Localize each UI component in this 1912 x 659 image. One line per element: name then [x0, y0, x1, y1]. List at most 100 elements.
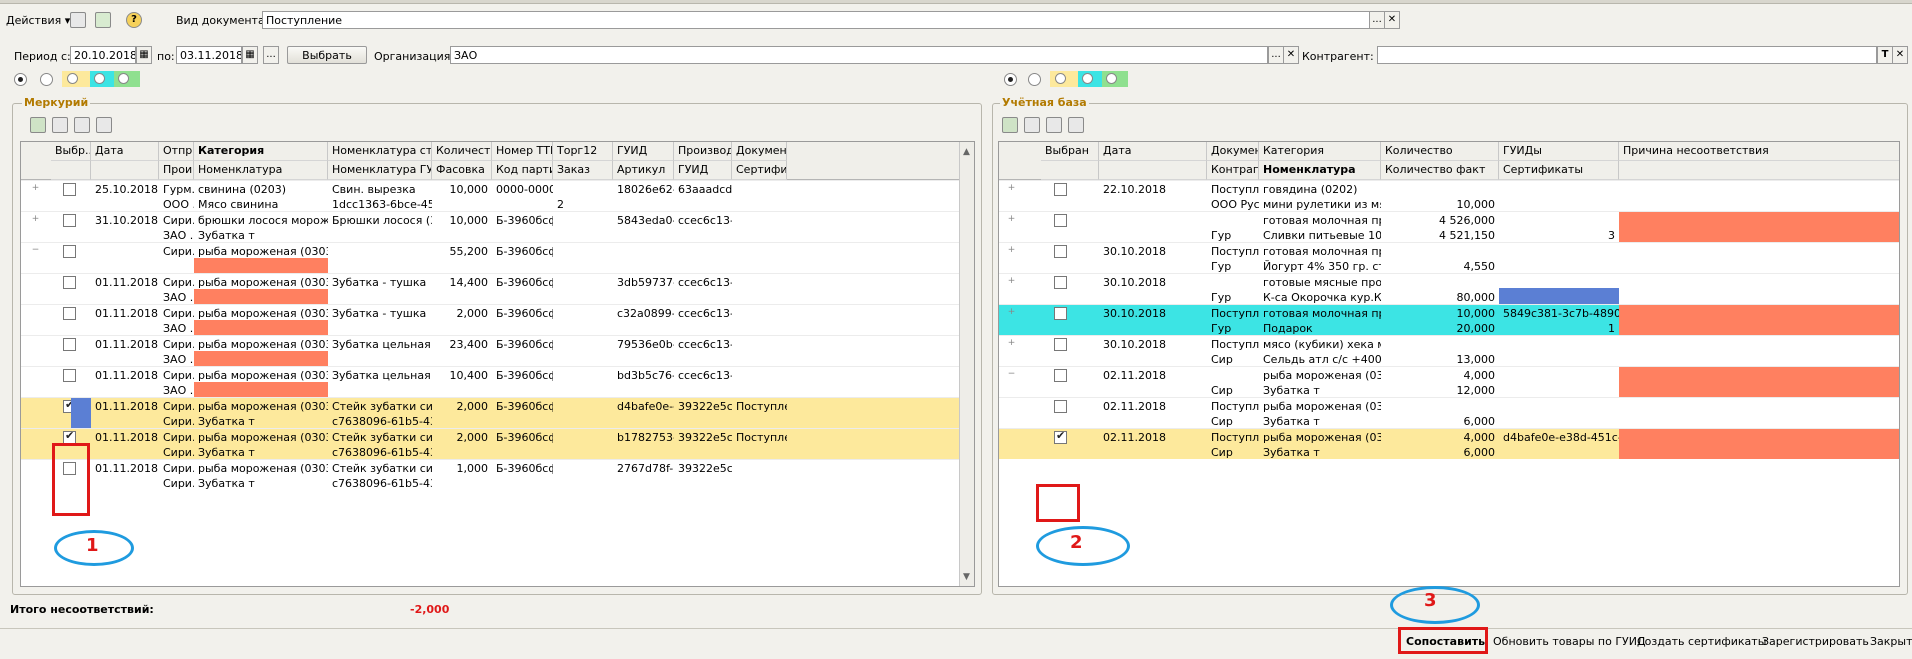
- column-header[interactable]: Фасовка: [432, 161, 492, 180]
- expand-icon[interactable]: +: [1007, 184, 1016, 193]
- column-header[interactable]: Сертификат: [732, 161, 787, 180]
- column-header[interactable]: ГУИД: [613, 142, 674, 161]
- table-row[interactable]: 02.11.2018Поступле...рыба мороженая (030…: [999, 428, 1899, 459]
- table-row[interactable]: −02.11.2018рыба мороженая (0303)4,000Сир…: [999, 366, 1899, 397]
- scroll-up-icon[interactable]: ▲: [963, 147, 970, 157]
- table-row[interactable]: 01.11.2018Сири...рыба мороженая (0303)Зу…: [21, 335, 959, 367]
- row-checkbox[interactable]: [1054, 276, 1067, 289]
- contractor-field[interactable]: [1377, 46, 1877, 64]
- row-checkbox[interactable]: [1054, 214, 1067, 227]
- row-checkbox[interactable]: [63, 214, 76, 227]
- column-header[interactable]: Выбран: [1041, 142, 1099, 161]
- row-checkbox[interactable]: [1054, 338, 1067, 351]
- row-checkbox[interactable]: [1054, 400, 1067, 413]
- period-from-field[interactable]: 20.10.2018: [70, 46, 136, 64]
- calendar-icon[interactable]: ▦: [242, 46, 258, 64]
- table-row[interactable]: 01.11.2018Сири...рыба мороженая (0303)Зу…: [21, 273, 959, 305]
- expand-icon[interactable]: −: [31, 246, 40, 255]
- column-header[interactable]: Документ: [732, 142, 787, 161]
- period-select-button[interactable]: ...: [263, 46, 279, 64]
- color-filter-all-radio[interactable]: [14, 73, 27, 86]
- column-header[interactable]: Количество факт: [1381, 161, 1499, 180]
- column-header[interactable]: Выбр...: [51, 142, 91, 161]
- expand-icon[interactable]: +: [1007, 246, 1016, 255]
- table-row[interactable]: −Сири...рыба мороженая (0303)55,200Б-396…: [21, 242, 959, 274]
- table-row[interactable]: 02.11.2018Поступле...рыба мороженая (030…: [999, 397, 1899, 428]
- table-row[interactable]: 01.11.2018Сири...рыба мороженая (0303)Ст…: [21, 459, 959, 490]
- expand-icon[interactable]: +: [31, 184, 40, 193]
- table-row[interactable]: +30.10.2018Поступле...готовая молочная п…: [999, 242, 1899, 273]
- expand-icon[interactable]: +: [1007, 277, 1016, 286]
- doc-type-field[interactable]: Поступление: [262, 11, 1370, 29]
- color-filter-all-radio[interactable]: [1004, 73, 1017, 86]
- calendar-icon[interactable]: ▦: [136, 46, 152, 64]
- column-header[interactable]: Документ: [1207, 142, 1259, 161]
- column-header[interactable]: ГУИД: [674, 161, 732, 180]
- row-checkbox[interactable]: [1054, 369, 1067, 382]
- column-header[interactable]: Номер ТТН: [492, 142, 553, 161]
- period-to-field[interactable]: 03.11.2018: [176, 46, 242, 64]
- column-header[interactable]: Причина несоответствия: [1619, 142, 1899, 161]
- paste-icon[interactable]: [96, 117, 112, 133]
- column-header[interactable]: [51, 161, 91, 180]
- column-header[interactable]: [1619, 161, 1899, 180]
- column-header[interactable]: [91, 161, 159, 180]
- register-button[interactable]: Зарегистрировать: [1762, 635, 1869, 648]
- row-checkbox[interactable]: [1054, 183, 1067, 196]
- row-checkbox[interactable]: [63, 276, 76, 289]
- cyan-filter-swatch[interactable]: [1078, 71, 1102, 87]
- cyan-filter-swatch[interactable]: [90, 71, 114, 87]
- expand-icon[interactable]: +: [1007, 339, 1016, 348]
- table-row[interactable]: 01.11.2018Сири...рыба мороженая (0303)Зу…: [21, 304, 959, 336]
- column-header[interactable]: Контрагент: [1207, 161, 1259, 180]
- column-header[interactable]: ГУИДы: [1499, 142, 1619, 161]
- column-header[interactable]: Количество: [432, 142, 492, 161]
- row-checkbox[interactable]: [63, 369, 76, 382]
- contractor-type-button[interactable]: T: [1877, 46, 1893, 64]
- close-button[interactable]: Закрыть: [1870, 635, 1912, 648]
- table-row[interactable]: +31.10.2018Сири...брюшки лосося морожены…: [21, 211, 959, 242]
- column-header[interactable]: Производи...: [674, 142, 732, 161]
- color-filter-none-radio[interactable]: [40, 73, 53, 86]
- table-row[interactable]: +30.10.2018Поступле...готовая молочная п…: [999, 304, 1899, 335]
- color-filter-none-radio[interactable]: [1028, 73, 1041, 86]
- table-row[interactable]: +30.10.2018Поступле...мясо (кубики) хека…: [999, 335, 1899, 366]
- yellow-filter-swatch[interactable]: [1050, 71, 1078, 87]
- select-button[interactable]: Выбрать: [287, 46, 367, 64]
- table-row[interactable]: 01.11.2018Сири...рыба мороженая (0303)Зу…: [21, 366, 959, 398]
- column-header[interactable]: Количество: [1381, 142, 1499, 161]
- row-checkbox[interactable]: [63, 307, 76, 320]
- table-row[interactable]: +готовая молочная проду...4 526,000ГурСл…: [999, 211, 1899, 242]
- column-header[interactable]: Категория: [1259, 142, 1381, 161]
- column-header[interactable]: Номенклатура: [1259, 161, 1381, 180]
- column-header[interactable]: Заказ: [553, 161, 613, 180]
- column-header[interactable]: Номенклатура: [194, 161, 328, 180]
- table-row[interactable]: +22.10.2018Поступле...говядина (0202)ООО…: [999, 180, 1899, 211]
- column-header[interactable]: Категория: [194, 142, 328, 161]
- create-certificates-button[interactable]: Создать сертификаты: [1637, 635, 1766, 648]
- help-icon[interactable]: ?: [126, 12, 142, 28]
- column-header[interactable]: Номенклатура строкой: [328, 142, 432, 161]
- row-checkbox[interactable]: [63, 183, 76, 196]
- green-filter-swatch[interactable]: [1102, 71, 1128, 87]
- contractor-clear-button[interactable]: ✕: [1892, 46, 1908, 64]
- expand-icon[interactable]: +: [1007, 215, 1016, 224]
- row-checkbox[interactable]: [63, 338, 76, 351]
- refresh-icon[interactable]: [70, 12, 86, 28]
- expand-icon[interactable]: +: [1007, 308, 1016, 317]
- check-all-icon[interactable]: [30, 117, 46, 133]
- column-header[interactable]: Артикул: [613, 161, 674, 180]
- yellow-filter-swatch[interactable]: [62, 71, 90, 87]
- table-row[interactable]: 01.11.2018Сири...рыба мороженая (0303)Ст…: [21, 428, 959, 459]
- copy-icon[interactable]: [74, 117, 90, 133]
- update-by-guid-button[interactable]: Обновить товары по ГУИД: [1493, 635, 1646, 648]
- expand-icon[interactable]: −: [1007, 370, 1016, 379]
- expand-icon[interactable]: +: [31, 215, 40, 224]
- column-header[interactable]: Код партии: [492, 161, 553, 180]
- uncheck-all-icon[interactable]: [52, 117, 68, 133]
- column-header[interactable]: Прои...: [159, 161, 194, 180]
- column-header[interactable]: Отпр...: [159, 142, 194, 161]
- row-checkbox[interactable]: [63, 245, 76, 258]
- row-checkbox[interactable]: [1054, 245, 1067, 258]
- scroll-down-icon[interactable]: ▼: [963, 572, 970, 582]
